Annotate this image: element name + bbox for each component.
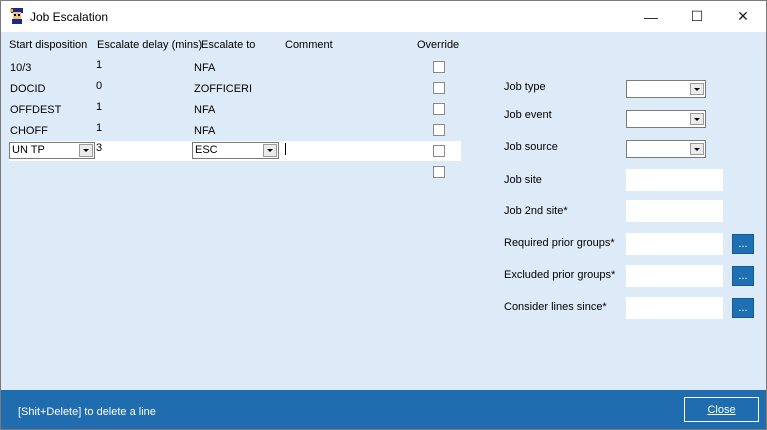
row-start-disposition[interactable]: OFFDEST [10, 104, 61, 116]
maximize-button[interactable]: ☐ [674, 1, 720, 32]
row-start-disposition[interactable]: DOCID [10, 83, 45, 95]
row-start-disposition[interactable]: 10/3 [10, 62, 31, 74]
consider-lines-since-browse-button[interactable]: ... [732, 298, 754, 318]
row-escalate-to[interactable]: NFA [194, 125, 215, 137]
job-escalation-window: Job Escalation — ☐ ✕ Start disposition E… [0, 0, 767, 430]
title-bar: Job Escalation — ☐ ✕ [1, 1, 766, 32]
row-escalate-to[interactable]: NFA [194, 62, 215, 74]
chevron-down-icon [690, 143, 704, 155]
edit-row-override-checkbox[interactable] [433, 145, 445, 157]
close-icon: ✕ [737, 8, 749, 24]
footer-bar: [Shit+Delete] to delete a line Close [1, 390, 766, 429]
start-disposition-select[interactable]: UN TP [9, 142, 95, 159]
row-override-checkbox[interactable] [433, 82, 445, 94]
start-disposition-value: UN TP [12, 144, 45, 156]
job-site-label: Job site [504, 174, 542, 186]
chevron-down-icon [263, 144, 277, 157]
header-start-disposition: Start disposition [9, 39, 88, 51]
excluded-prior-groups-input[interactable] [626, 265, 723, 287]
minimize-icon: — [644, 8, 658, 25]
header-escalate-to: Escalate to [201, 39, 256, 51]
row-escalate-to[interactable]: NFA [194, 104, 215, 116]
consider-lines-since-label: Consider lines since* [504, 301, 607, 313]
window-title: Job Escalation [30, 10, 109, 24]
row-start-disposition[interactable]: CHOFF [10, 125, 48, 137]
row-escalate-to[interactable]: ZOFFICERI [194, 83, 252, 95]
required-prior-groups-input[interactable] [626, 233, 723, 255]
chevron-down-icon [690, 113, 704, 125]
job-source-label: Job source [504, 141, 558, 153]
row-override-checkbox[interactable] [433, 61, 445, 73]
chevron-down-icon [690, 83, 704, 95]
job-type-label: Job type [504, 81, 546, 93]
header-override: Override [417, 39, 460, 51]
minimize-button[interactable]: — [628, 1, 674, 32]
comment-input[interactable] [285, 143, 286, 155]
escalate-to-value: ESC [195, 144, 218, 156]
job-event-select[interactable] [626, 110, 706, 128]
job-source-select[interactable] [626, 140, 706, 158]
delete-line-hint: [Shit+Delete] to delete a line [18, 406, 156, 418]
close-window-button[interactable]: ✕ [720, 1, 766, 32]
row-escalate-delay[interactable]: 1 [96, 101, 102, 113]
row-escalate-delay[interactable]: 1 [96, 59, 102, 71]
close-button[interactable]: Close [684, 397, 759, 422]
row-escalate-delay[interactable]: 0 [96, 80, 102, 92]
job-2nd-site-input[interactable] [626, 200, 723, 222]
new-row-override-checkbox[interactable] [433, 166, 445, 178]
content-panel: Start disposition Escalate delay (mins) … [1, 32, 766, 390]
job-event-label: Job event [504, 109, 552, 121]
app-icon [10, 8, 23, 24]
required-prior-groups-browse-button[interactable]: ... [732, 234, 754, 254]
job-site-input[interactable] [626, 169, 723, 191]
escalate-delay-input[interactable]: 3 [96, 142, 102, 154]
row-escalate-delay[interactable]: 1 [96, 122, 102, 134]
maximize-icon: ☐ [690, 8, 704, 24]
header-comment: Comment [285, 39, 333, 51]
job-2nd-site-label: Job 2nd site* [504, 205, 568, 217]
escalate-to-select[interactable]: ESC [192, 142, 279, 159]
chevron-down-icon [79, 144, 93, 157]
excluded-prior-groups-browse-button[interactable]: ... [732, 266, 754, 286]
consider-lines-since-input[interactable] [626, 297, 723, 319]
row-override-checkbox[interactable] [433, 103, 445, 115]
row-override-checkbox[interactable] [433, 124, 445, 136]
header-escalate-delay: Escalate delay (mins) [97, 39, 203, 51]
job-type-select[interactable] [626, 80, 706, 98]
excluded-prior-groups-label: Excluded prior groups* [504, 269, 616, 281]
required-prior-groups-label: Required prior groups* [504, 237, 615, 249]
